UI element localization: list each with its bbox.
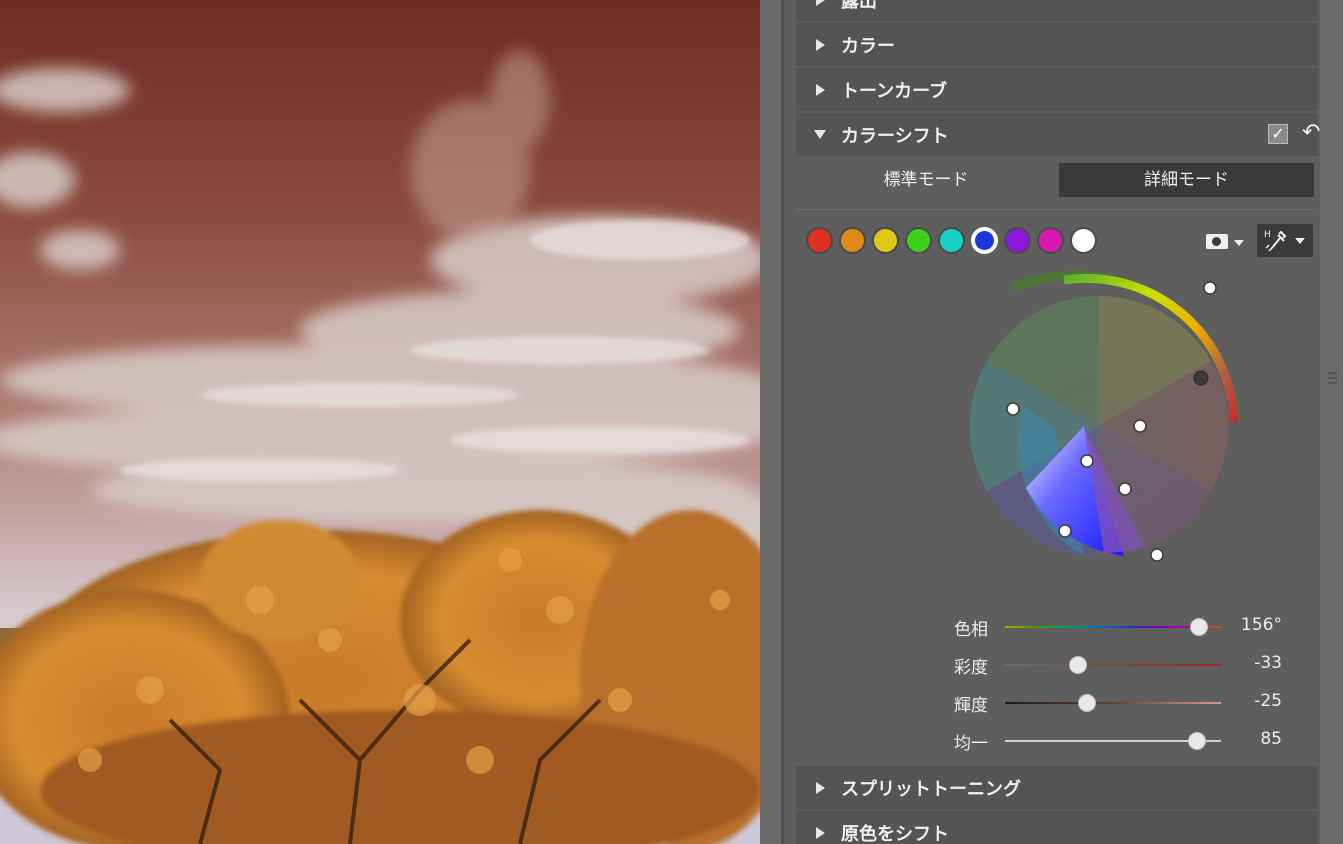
landscape-image	[0, 0, 760, 844]
expand-arrow-icon	[816, 0, 825, 6]
adjustment-panel: 露出 カラー トーンカーブ カラーシフト ✓ ↶ 標準モード 詳細モード H 色…	[784, 0, 1343, 844]
swatch-purple[interactable]	[1004, 227, 1031, 254]
mask-button[interactable]	[1206, 231, 1246, 251]
enable-checkbox[interactable]: ✓	[1268, 124, 1288, 144]
panel-scrollbar[interactable]	[1320, 0, 1343, 844]
luminance-thumb[interactable]	[1078, 694, 1097, 712]
hue-label: 色相	[954, 620, 988, 640]
luminance-track[interactable]	[1005, 702, 1221, 704]
swatch-yellow[interactable]	[872, 227, 899, 254]
expand-arrow-icon	[816, 826, 825, 839]
section-label: トーンカーブ	[841, 80, 948, 102]
hue-value[interactable]: 156°	[1212, 615, 1282, 635]
hue-thumb[interactable]	[1190, 618, 1209, 636]
swatch-green[interactable]	[905, 227, 932, 254]
eyedropper-hsl-icon: H	[1263, 228, 1287, 252]
section-label: カラーシフト	[841, 125, 949, 147]
chevron-down-icon	[1295, 238, 1305, 244]
section-primary-shift[interactable]: 原色をシフト	[796, 811, 1318, 844]
expand-arrow-icon	[816, 83, 825, 96]
expand-arrow-icon	[816, 781, 825, 794]
swatch-blue[interactable]	[971, 227, 998, 254]
uniformity-value[interactable]: 85	[1212, 729, 1282, 749]
saturation-slider-row: 彩度 -33	[796, 650, 1306, 680]
collapse-arrow-icon	[814, 130, 826, 139]
swatch-orange[interactable]	[839, 227, 866, 254]
saturation-label: 彩度	[954, 658, 988, 678]
panel-divider[interactable]	[760, 0, 784, 844]
scroll-grip-icon[interactable]	[1328, 372, 1337, 390]
section-color-shift[interactable]: カラーシフト ✓ ↶	[796, 113, 1320, 156]
saturation-thumb[interactable]	[1069, 656, 1088, 674]
luminance-value[interactable]: -25	[1212, 691, 1282, 711]
luminance-slider-row: 輝度 -25	[796, 688, 1306, 718]
standard-mode-button[interactable]: 標準モード	[796, 163, 1056, 197]
hue-slider-row: 色相 156°	[796, 612, 1306, 642]
detail-mode-button[interactable]: 詳細モード	[1059, 163, 1314, 197]
eyedropper-button[interactable]: H	[1257, 224, 1313, 257]
section-split-toning[interactable]: スプリットトーニング	[796, 766, 1318, 809]
hue-track[interactable]	[1005, 626, 1221, 628]
uniformity-label: 均一	[954, 734, 988, 754]
saturation-value[interactable]: -33	[1212, 653, 1282, 673]
swatch-red[interactable]	[806, 227, 833, 254]
swatch-white[interactable]	[1070, 227, 1097, 254]
color-shift-wheel[interactable]	[954, 266, 1244, 566]
mask-icon	[1206, 234, 1228, 249]
uniformity-thumb[interactable]	[1188, 732, 1207, 750]
svg-text:H: H	[1264, 230, 1271, 240]
saturation-track[interactable]	[1005, 664, 1221, 666]
color-swatch-row	[806, 227, 1103, 255]
section-tone-curve[interactable]: トーンカーブ	[796, 68, 1318, 111]
photo-preview	[0, 0, 760, 844]
section-exposure[interactable]: 露出	[796, 0, 1318, 21]
swatch-cyan[interactable]	[938, 227, 965, 254]
mode-toggle: 標準モード 詳細モード	[796, 163, 1314, 197]
swatch-magenta[interactable]	[1037, 227, 1064, 254]
section-label: カラー	[841, 35, 895, 57]
section-label: スプリットトーニング	[841, 778, 1021, 800]
uniformity-slider-row: 均一 85	[796, 726, 1306, 756]
luminance-label: 輝度	[954, 696, 988, 716]
divider-line	[796, 209, 1314, 210]
chevron-down-icon	[1234, 240, 1244, 246]
section-label: 露出	[841, 0, 877, 12]
section-color[interactable]: カラー	[796, 23, 1318, 66]
section-label: 原色をシフト	[841, 823, 949, 844]
expand-arrow-icon	[816, 38, 825, 51]
